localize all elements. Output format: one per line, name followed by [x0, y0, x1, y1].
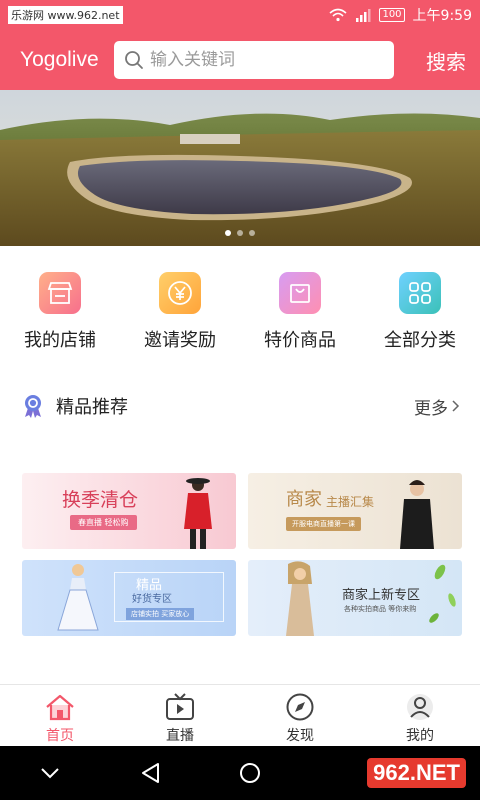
wifi-icon: [329, 8, 347, 22]
shopping-bag-icon: [279, 272, 321, 314]
promo-title: 商家上新专区: [342, 588, 421, 603]
chevron-right-icon: [452, 400, 460, 412]
brand-logo-text: Yogolive: [20, 48, 99, 71]
promo-subtitle: 春直播 轻松购: [70, 515, 137, 530]
clock-text: 上午9:59: [412, 8, 472, 24]
watermark-logo: 962.NET: [367, 758, 466, 788]
search-input[interactable]: [150, 50, 380, 70]
user-icon: [403, 692, 437, 722]
promo-title: 商家: [286, 489, 322, 510]
tab-label: 发现: [286, 728, 314, 744]
home-circle-icon: [240, 763, 260, 783]
sys-home-button[interactable]: [200, 762, 300, 784]
more-label: 更多: [414, 398, 448, 419]
banner-carousel[interactable]: [0, 90, 480, 246]
promo-title: 换季清仓: [62, 489, 139, 511]
more-link[interactable]: 更多: [414, 394, 460, 419]
promo-subtitle: 开服电商直播第一课: [286, 517, 361, 531]
home-icon: [43, 692, 77, 722]
app-header: Yogolive 搜索: [0, 30, 480, 90]
quick-nav-label: 全部分类: [384, 330, 456, 351]
green-leaves-decoration: [429, 564, 456, 623]
category-grid-icon: [399, 272, 441, 314]
banner-pagination: [0, 230, 480, 236]
bottom-tab-bar: 首页 直播 发现 我的: [0, 684, 480, 746]
promo-card-new-arrivals[interactable]: 商家上新专区 各种实拍商品 等你来购: [248, 560, 462, 636]
tab-discover[interactable]: 发现: [240, 685, 360, 746]
watermark-text: 乐游网 www.962.net: [8, 6, 123, 24]
compass-icon: [283, 692, 317, 722]
battery-icon: 100: [379, 8, 405, 22]
search-icon: [125, 51, 143, 69]
model-dress-image: [57, 564, 99, 631]
quick-nav-special-offers[interactable]: 特价商品: [240, 246, 360, 366]
promo-title-secondary: 主播汇集: [326, 495, 375, 509]
quick-nav: 我的店铺 邀请奖励 特价商品 全部分类: [0, 246, 480, 366]
tab-live[interactable]: 直播: [120, 685, 240, 746]
quick-nav-label: 我的店铺: [24, 330, 96, 351]
tab-label: 直播: [166, 728, 194, 744]
yuan-coin-icon: [159, 272, 201, 314]
banner-dot[interactable]: [249, 230, 255, 236]
model-man-image: [400, 480, 434, 549]
model-evening-gown-image: [286, 561, 314, 636]
quick-nav-invite-reward[interactable]: 邀请奖励: [120, 246, 240, 366]
status-bar: 乐游网 www.962.net 100 上午9:59: [0, 0, 480, 30]
chevron-down-icon: [41, 768, 59, 779]
banner-dot[interactable]: [237, 230, 243, 236]
system-navigation-bar: 962.NET: [0, 746, 480, 800]
featured-title: 精品推荐: [56, 397, 128, 418]
tv-icon: [163, 692, 197, 722]
banner-lake-landscape-image: [0, 90, 480, 246]
search-box[interactable]: [114, 41, 394, 79]
promo-card-boutique-goods[interactable]: 精品 好货专区 店铺实拍 买家放心: [22, 560, 236, 636]
promo-subtitle: 各种实拍商品 等你来购: [344, 605, 417, 613]
search-button[interactable]: 搜索: [426, 46, 466, 75]
sys-hide-button[interactable]: [0, 767, 100, 779]
back-triangle-icon: [142, 763, 159, 783]
signal-icon: [356, 9, 371, 22]
tab-home[interactable]: 首页: [0, 685, 120, 746]
quick-nav-label: 特价商品: [264, 330, 336, 351]
tab-label: 我的: [406, 728, 434, 744]
promo-subtitle: 店铺实拍 买家放心: [126, 608, 195, 620]
banner-dot[interactable]: [225, 230, 231, 236]
award-badge-icon: [25, 395, 41, 418]
quick-nav-label: 邀请奖励: [144, 330, 216, 351]
tab-label: 首页: [46, 728, 74, 744]
quick-nav-my-store[interactable]: 我的店铺: [0, 246, 120, 366]
featured-section-header: 精品推荐 更多: [0, 386, 480, 426]
status-icons: 100 上午9:59: [329, 5, 472, 25]
storefront-icon: [39, 272, 81, 314]
sys-back-button[interactable]: [100, 762, 200, 784]
promo-title-secondary: 好货专区: [132, 594, 172, 605]
model-red-coat-image: [184, 478, 212, 549]
promo-card-season-clearance[interactable]: 换季清仓 春直播 轻松购: [22, 473, 236, 549]
promo-card-merchant-streamers[interactable]: 商家 主播汇集 开服电商直播第一课: [248, 473, 462, 549]
tab-mine[interactable]: 我的: [360, 685, 480, 746]
quick-nav-all-categories[interactable]: 全部分类: [360, 246, 480, 366]
